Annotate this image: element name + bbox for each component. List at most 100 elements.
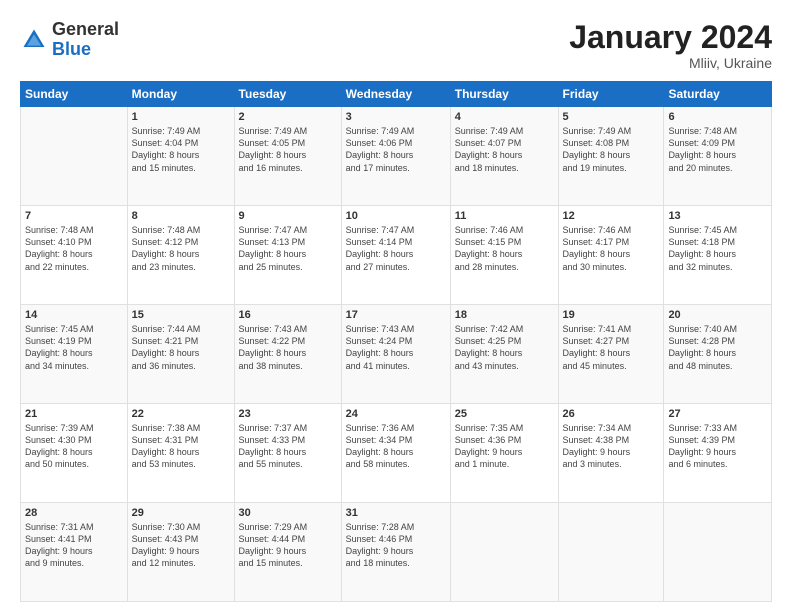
day-number: 24 bbox=[346, 408, 446, 420]
day-info: Sunrise: 7:44 AMSunset: 4:21 PMDaylight:… bbox=[132, 323, 230, 372]
day-number: 16 bbox=[239, 309, 337, 321]
day-cell: 30 Sunrise: 7:29 AMSunset: 4:44 PMDayligh… bbox=[234, 503, 341, 602]
day-info: Sunrise: 7:34 AMSunset: 4:38 PMDaylight:… bbox=[563, 422, 660, 471]
day-info: Sunrise: 7:47 AMSunset: 4:14 PMDaylight:… bbox=[346, 224, 446, 273]
day-info: Sunrise: 7:42 AMSunset: 4:25 PMDaylight:… bbox=[455, 323, 554, 372]
day-info: Sunrise: 7:47 AMSunset: 4:13 PMDaylight:… bbox=[239, 224, 337, 273]
day-number: 9 bbox=[239, 210, 337, 222]
day-info: Sunrise: 7:40 AMSunset: 4:28 PMDaylight:… bbox=[668, 323, 767, 372]
day-number: 26 bbox=[563, 408, 660, 420]
day-info: Sunrise: 7:35 AMSunset: 4:36 PMDaylight:… bbox=[455, 422, 554, 471]
day-number: 5 bbox=[563, 111, 660, 123]
day-number: 8 bbox=[132, 210, 230, 222]
calendar-subtitle: Mliiv, Ukraine bbox=[569, 55, 772, 71]
day-info: Sunrise: 7:49 AMSunset: 4:05 PMDaylight:… bbox=[239, 125, 337, 174]
day-number: 11 bbox=[455, 210, 554, 222]
week-row-2: 7 Sunrise: 7:48 AMSunset: 4:10 PMDaylight… bbox=[21, 206, 772, 305]
day-cell: 27Sunrise: 7:33 AMSunset: 4:39 PMDayligh… bbox=[664, 404, 772, 503]
week-row-4: 21 Sunrise: 7:39 AMSunset: 4:30 PMDayligh… bbox=[21, 404, 772, 503]
header-cell-wednesday: Wednesday bbox=[341, 82, 450, 107]
day-number: 18 bbox=[455, 309, 554, 321]
day-number: 7 bbox=[25, 210, 123, 222]
day-number: 10 bbox=[346, 210, 446, 222]
day-number: 28 bbox=[25, 507, 123, 519]
header-cell-tuesday: Tuesday bbox=[234, 82, 341, 107]
day-number: 25 bbox=[455, 408, 554, 420]
day-number: 4 bbox=[455, 111, 554, 123]
day-cell bbox=[21, 107, 128, 206]
day-number: 23 bbox=[239, 408, 337, 420]
week-row-5: 28Sunrise: 7:31 AMSunset: 4:41 PMDayligh… bbox=[21, 503, 772, 602]
day-info: Sunrise: 7:43 AMSunset: 4:22 PMDaylight:… bbox=[239, 323, 337, 372]
day-info: Sunrise: 7:28 AMSunset: 4:46 PMDaylight:… bbox=[346, 521, 446, 570]
day-number: 6 bbox=[668, 111, 767, 123]
logo: General Blue bbox=[20, 20, 119, 60]
day-number: 31 bbox=[346, 507, 446, 519]
day-cell: 12 Sunrise: 7:46 AMSunset: 4:17 PMDayligh… bbox=[558, 206, 664, 305]
day-number: 21 bbox=[25, 408, 123, 420]
day-cell: 29 Sunrise: 7:30 AMSunset: 4:43 PMDayligh… bbox=[127, 503, 234, 602]
day-cell: 10 Sunrise: 7:47 AMSunset: 4:14 PMDayligh… bbox=[341, 206, 450, 305]
day-number: 29 bbox=[132, 507, 230, 519]
calendar-body: 1 Sunrise: 7:49 AMSunset: 4:04 PMDaylight… bbox=[21, 107, 772, 602]
header-cell-sunday: Sunday bbox=[21, 82, 128, 107]
title-block: January 2024 Mliiv, Ukraine bbox=[569, 20, 772, 71]
day-info: Sunrise: 7:49 AMSunset: 4:08 PMDaylight:… bbox=[563, 125, 660, 174]
day-info: Sunrise: 7:46 AMSunset: 4:15 PMDaylight:… bbox=[455, 224, 554, 273]
day-cell bbox=[664, 503, 772, 602]
calendar: SundayMondayTuesdayWednesdayThursdayFrid… bbox=[20, 81, 772, 602]
day-info: Sunrise: 7:37 AMSunset: 4:33 PMDaylight:… bbox=[239, 422, 337, 471]
day-number: 17 bbox=[346, 309, 446, 321]
day-cell: 11 Sunrise: 7:46 AMSunset: 4:15 PMDayligh… bbox=[450, 206, 558, 305]
day-info: Sunrise: 7:49 AMSunset: 4:04 PMDaylight:… bbox=[132, 125, 230, 174]
day-number: 3 bbox=[346, 111, 446, 123]
day-number: 27 bbox=[668, 408, 767, 420]
calendar-title: January 2024 bbox=[569, 20, 772, 55]
day-number: 14 bbox=[25, 309, 123, 321]
day-cell: 13 Sunrise: 7:45 AMSunset: 4:18 PMDayligh… bbox=[664, 206, 772, 305]
day-cell: 23 Sunrise: 7:37 AMSunset: 4:33 PMDayligh… bbox=[234, 404, 341, 503]
day-cell: 24 Sunrise: 7:36 AMSunset: 4:34 PMDayligh… bbox=[341, 404, 450, 503]
logo-blue-text: Blue bbox=[52, 40, 119, 60]
day-cell: 9 Sunrise: 7:47 AMSunset: 4:13 PMDaylight… bbox=[234, 206, 341, 305]
logo-text: General Blue bbox=[52, 20, 119, 60]
day-info: Sunrise: 7:38 AMSunset: 4:31 PMDaylight:… bbox=[132, 422, 230, 471]
day-number: 30 bbox=[239, 507, 337, 519]
day-cell: 22 Sunrise: 7:38 AMSunset: 4:31 PMDayligh… bbox=[127, 404, 234, 503]
day-cell: 1 Sunrise: 7:49 AMSunset: 4:04 PMDaylight… bbox=[127, 107, 234, 206]
day-info: Sunrise: 7:30 AMSunset: 4:43 PMDaylight:… bbox=[132, 521, 230, 570]
day-cell: 21 Sunrise: 7:39 AMSunset: 4:30 PMDayligh… bbox=[21, 404, 128, 503]
day-number: 12 bbox=[563, 210, 660, 222]
day-cell: 6Sunrise: 7:48 AMSunset: 4:09 PMDaylight… bbox=[664, 107, 772, 206]
day-cell: 14Sunrise: 7:45 AMSunset: 4:19 PMDayligh… bbox=[21, 305, 128, 404]
day-info: Sunrise: 7:49 AMSunset: 4:07 PMDaylight:… bbox=[455, 125, 554, 174]
logo-general-text: General bbox=[52, 20, 119, 40]
day-info: Sunrise: 7:46 AMSunset: 4:17 PMDaylight:… bbox=[563, 224, 660, 273]
day-cell bbox=[558, 503, 664, 602]
day-info: Sunrise: 7:49 AMSunset: 4:06 PMDaylight:… bbox=[346, 125, 446, 174]
day-number: 1 bbox=[132, 111, 230, 123]
day-cell: 7 Sunrise: 7:48 AMSunset: 4:10 PMDaylight… bbox=[21, 206, 128, 305]
day-info: Sunrise: 7:41 AMSunset: 4:27 PMDaylight:… bbox=[563, 323, 660, 372]
day-cell: 31 Sunrise: 7:28 AMSunset: 4:46 PMDayligh… bbox=[341, 503, 450, 602]
day-number: 15 bbox=[132, 309, 230, 321]
day-number: 13 bbox=[668, 210, 767, 222]
header-cell-monday: Monday bbox=[127, 82, 234, 107]
header-cell-thursday: Thursday bbox=[450, 82, 558, 107]
day-cell: 26 Sunrise: 7:34 AMSunset: 4:38 PMDayligh… bbox=[558, 404, 664, 503]
day-info: Sunrise: 7:29 AMSunset: 4:44 PMDaylight:… bbox=[239, 521, 337, 570]
day-info: Sunrise: 7:45 AMSunset: 4:18 PMDaylight:… bbox=[668, 224, 767, 273]
day-cell: 4 Sunrise: 7:49 AMSunset: 4:07 PMDaylight… bbox=[450, 107, 558, 206]
day-number: 22 bbox=[132, 408, 230, 420]
day-cell: 5 Sunrise: 7:49 AMSunset: 4:08 PMDaylight… bbox=[558, 107, 664, 206]
day-info: Sunrise: 7:48 AMSunset: 4:10 PMDaylight:… bbox=[25, 224, 123, 273]
page: General Blue January 2024 Mliiv, Ukraine… bbox=[0, 0, 792, 612]
day-info: Sunrise: 7:39 AMSunset: 4:30 PMDaylight:… bbox=[25, 422, 123, 471]
header: General Blue January 2024 Mliiv, Ukraine bbox=[20, 20, 772, 71]
day-cell: 17Sunrise: 7:43 AMSunset: 4:24 PMDayligh… bbox=[341, 305, 450, 404]
day-info: Sunrise: 7:36 AMSunset: 4:34 PMDaylight:… bbox=[346, 422, 446, 471]
day-cell: 20 Sunrise: 7:40 AMSunset: 4:28 PMDayligh… bbox=[664, 305, 772, 404]
day-number: 20 bbox=[668, 309, 767, 321]
logo-icon bbox=[20, 26, 48, 54]
day-cell: 28Sunrise: 7:31 AMSunset: 4:41 PMDayligh… bbox=[21, 503, 128, 602]
